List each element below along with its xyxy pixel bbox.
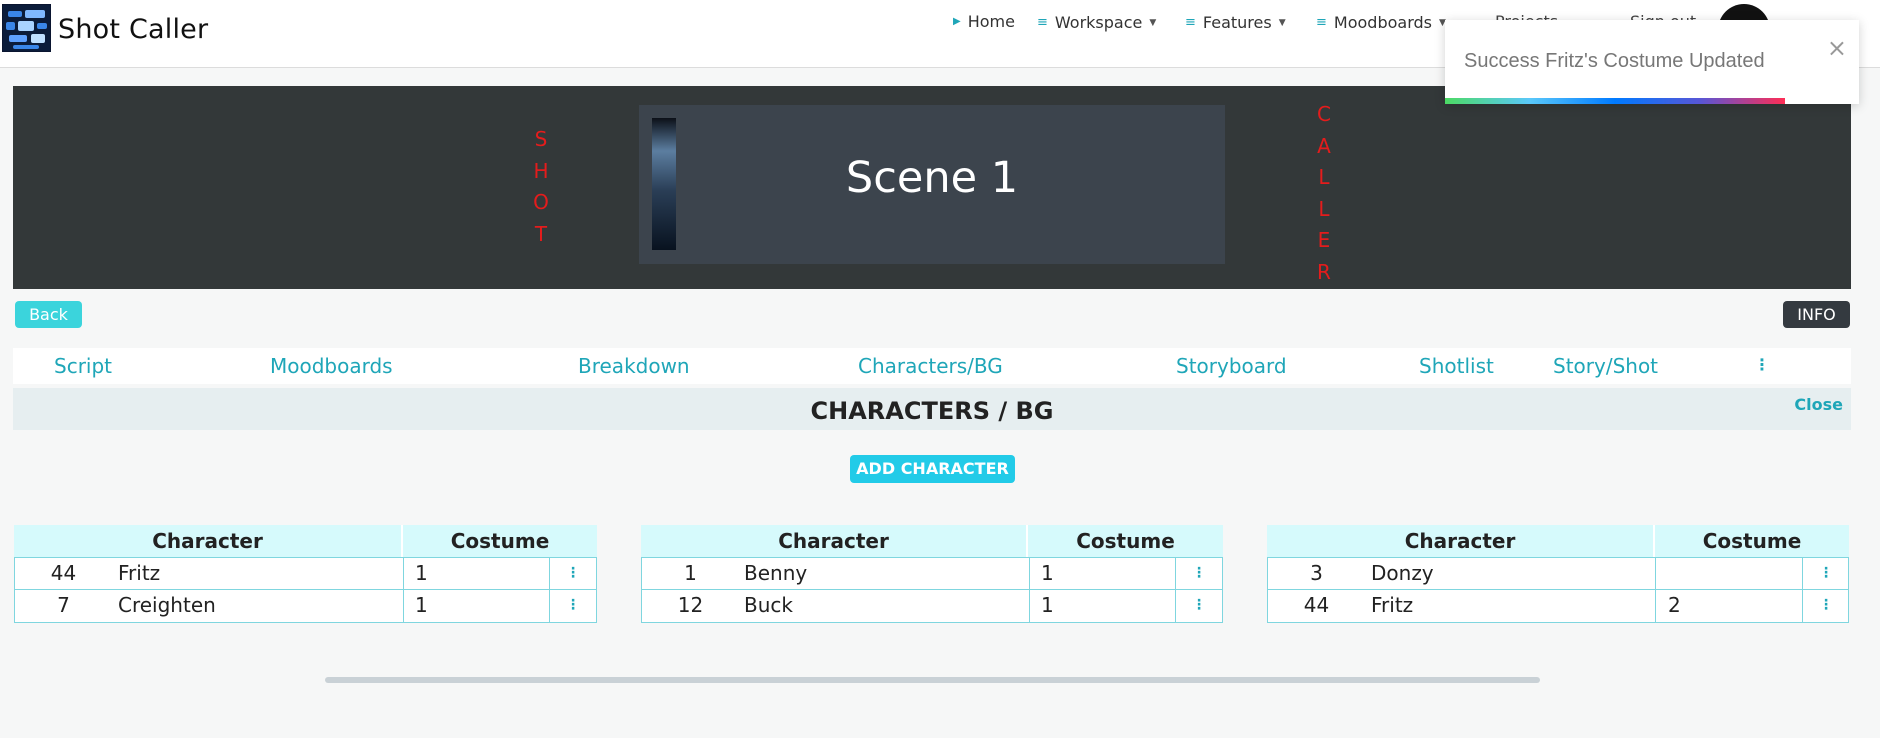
success-toast: Success Fritz's Costume Updated × [1445,20,1859,104]
chevron-down-icon: ▼ [1278,17,1286,28]
nav-features-label: Features [1202,13,1272,32]
table-row[interactable]: 44 Fritz 1 ⋮ [14,557,597,590]
banner-letter: E [1317,228,1331,252]
character-number: 44 [50,561,77,585]
nav-workspace[interactable]: ≡ Workspace ▼ [1037,13,1156,32]
character-name: Creighten [118,593,216,617]
row-menu-icon[interactable]: ⋮ [553,558,593,589]
tab-moodboards[interactable]: Moodboards [270,354,393,378]
toast-progress-bar [1445,98,1785,104]
row-menu-icon[interactable]: ⋮ [1179,558,1219,589]
column-header-character: Character [14,525,403,557]
menu-icon: ≡ [1037,15,1048,30]
table-row[interactable]: 44 Fritz 2 ⋮ [1267,590,1849,623]
chevron-down-icon: ▼ [1149,17,1157,28]
nav-moodboards[interactable]: ≡ Moodboards ▼ [1316,13,1446,32]
nav-features[interactable]: ≡ Features ▼ [1185,13,1286,32]
character-name: Buck [744,593,793,617]
row-menu-icon[interactable]: ⋮ [553,590,593,621]
table-row[interactable]: 7 Creighten 1 ⋮ [14,590,597,623]
banner-letter: C [1317,102,1331,126]
costume-value: 1 [415,561,428,585]
character-number: 1 [684,561,697,585]
banner-letter: T [534,221,548,246]
table-row[interactable]: 1 Benny 1 ⋮ [641,557,1223,590]
tab-characters-bg[interactable]: Characters/BG [858,354,1003,378]
table-row[interactable]: 12 Buck 1 ⋮ [641,590,1223,623]
costume-value: 1 [1041,561,1054,585]
banner-word-caller: C A L L E R [1314,99,1334,288]
scene-header-box: Scene 1 [639,105,1225,264]
tab-story-shot[interactable]: Story/Shot [1553,354,1658,378]
row-menu-icon[interactable]: ⋮ [1179,590,1219,621]
banner-letter: A [1317,133,1331,158]
tab-breakdown[interactable]: Breakdown [578,354,690,378]
column-header-costume: Costume [1702,529,1802,553]
tab-storyboard[interactable]: Storyboard [1176,354,1287,378]
section-title: CHARACTERS / BG [810,397,1054,425]
scene-banner: S H O T Scene 1 C A L L E R [13,86,1851,289]
banner-letter: L [1318,196,1330,221]
app-title[interactable]: Shot Caller [58,14,208,45]
table-header: Character Costume [1267,525,1849,557]
nav-moodboards-label: Moodboards [1333,13,1432,32]
tab-script[interactable]: Script [54,354,112,378]
info-button[interactable]: INFO [1783,301,1850,328]
back-button[interactable]: Back [15,301,82,328]
table-row[interactable]: 3 Donzy ⋮ [1267,557,1849,590]
add-character-button[interactable]: ADD CHARACTER [850,455,1015,483]
nav-home[interactable]: ▶ Home [953,12,1015,31]
close-icon[interactable]: × [1827,34,1847,62]
tab-shotlist[interactable]: Shotlist [1419,354,1494,378]
column-header-character: Character [1267,525,1655,557]
tabs-more-icon[interactable]: ⋮ [1754,355,1770,374]
character-name: Fritz [1371,593,1414,617]
banner-letter: H [533,158,549,183]
column-header-costume: Costume [1076,529,1175,553]
column-header-costume: Costume [450,529,550,553]
table-header: Character Costume [641,525,1223,557]
banner-letter: L [1318,165,1330,189]
character-name: Fritz [118,561,161,585]
section-header: CHARACTERS / BG Close [13,388,1851,430]
costume-value: 1 [1041,593,1054,617]
play-icon: ▶ [953,16,961,27]
table-header: Character Costume [14,525,597,557]
character-name: Donzy [1371,561,1434,585]
banner-word-shot: S H O T [531,124,551,250]
character-name: Benny [744,561,808,585]
menu-icon: ≡ [1316,15,1327,30]
character-number: 7 [57,593,70,617]
row-menu-icon[interactable]: ⋮ [1806,558,1846,589]
column-header-character: Character [641,525,1028,557]
character-number: 44 [1303,593,1330,617]
scene-tabs: Script Moodboards Breakdown Characters/B… [13,348,1851,384]
scene-title: Scene 1 [845,153,1019,203]
horizontal-scrollbar[interactable] [325,677,1540,683]
banner-letter: R [1317,259,1331,284]
section-close-link[interactable]: Close [1794,395,1843,414]
costume-value: 1 [415,593,428,617]
toast-message: Success Fritz's Costume Updated [1464,50,1765,72]
banner-letter: O [533,190,549,214]
nav-home-label: Home [967,12,1015,31]
app-logo[interactable] [2,4,51,52]
menu-icon: ≡ [1185,15,1196,30]
nav-workspace-label: Workspace [1054,13,1143,32]
banner-letter: S [534,127,548,151]
character-number: 3 [1310,561,1323,585]
row-menu-icon[interactable]: ⋮ [1806,590,1846,621]
costume-value: 2 [1668,593,1681,617]
character-number: 12 [677,593,704,617]
